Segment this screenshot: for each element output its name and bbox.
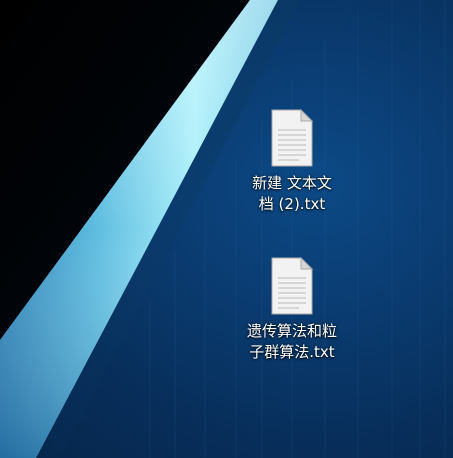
desktop: 新建 文本文 档 (2).txt 遗传算法和粒 子群算法.txt: [0, 0, 453, 458]
desktop-icon-new-text-document[interactable]: 新建 文本文 档 (2).txt: [240, 108, 344, 215]
label-line-1: 遗传算法和粒: [246, 322, 337, 340]
wallpaper: [0, 0, 446, 458]
label-line-2: 子群算法.txt: [249, 343, 335, 361]
label-line-2: 档 (2).txt: [258, 195, 326, 213]
desktop-icon-label: 新建 文本文 档 (2).txt: [240, 173, 344, 215]
text-file-icon: [269, 108, 315, 168]
text-file-icon: [269, 256, 315, 316]
desktop-icon-genetic-pso-algorithm[interactable]: 遗传算法和粒 子群算法.txt: [240, 256, 344, 363]
label-line-1: 新建 文本文: [252, 174, 332, 192]
desktop-icon-label: 遗传算法和粒 子群算法.txt: [240, 321, 344, 363]
